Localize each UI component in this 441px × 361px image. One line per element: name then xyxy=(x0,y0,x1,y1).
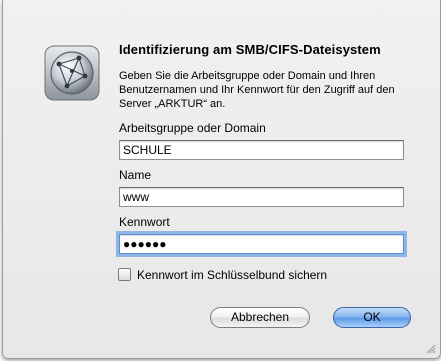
ok-button[interactable]: OK xyxy=(333,307,411,328)
resize-grip-icon[interactable] xyxy=(425,343,436,354)
keychain-checkbox-label[interactable]: Kennwort im Schlüsselbund sichern xyxy=(137,268,327,282)
workgroup-label: Arbeitsgruppe oder Domain xyxy=(119,121,266,135)
name-field[interactable]: www xyxy=(119,187,404,207)
authentication-dialog: Identifizierung am SMB/CIFS-Dateisystem … xyxy=(2,0,441,359)
name-label: Name xyxy=(119,168,152,182)
password-field[interactable]: ●●●●●● xyxy=(119,234,404,254)
dialog-description: Geben Sie die Arbeitsgruppe oder Domain … xyxy=(119,70,395,110)
dialog-title: Identifizierung am SMB/CIFS-Dateisystem xyxy=(119,42,381,57)
workgroup-field[interactable]: SCHULE xyxy=(119,140,404,160)
keychain-checkbox[interactable] xyxy=(118,268,131,281)
network-globe-icon xyxy=(44,45,100,101)
password-label: Kennwort xyxy=(119,215,170,229)
cancel-button[interactable]: Abbrechen xyxy=(210,307,310,328)
